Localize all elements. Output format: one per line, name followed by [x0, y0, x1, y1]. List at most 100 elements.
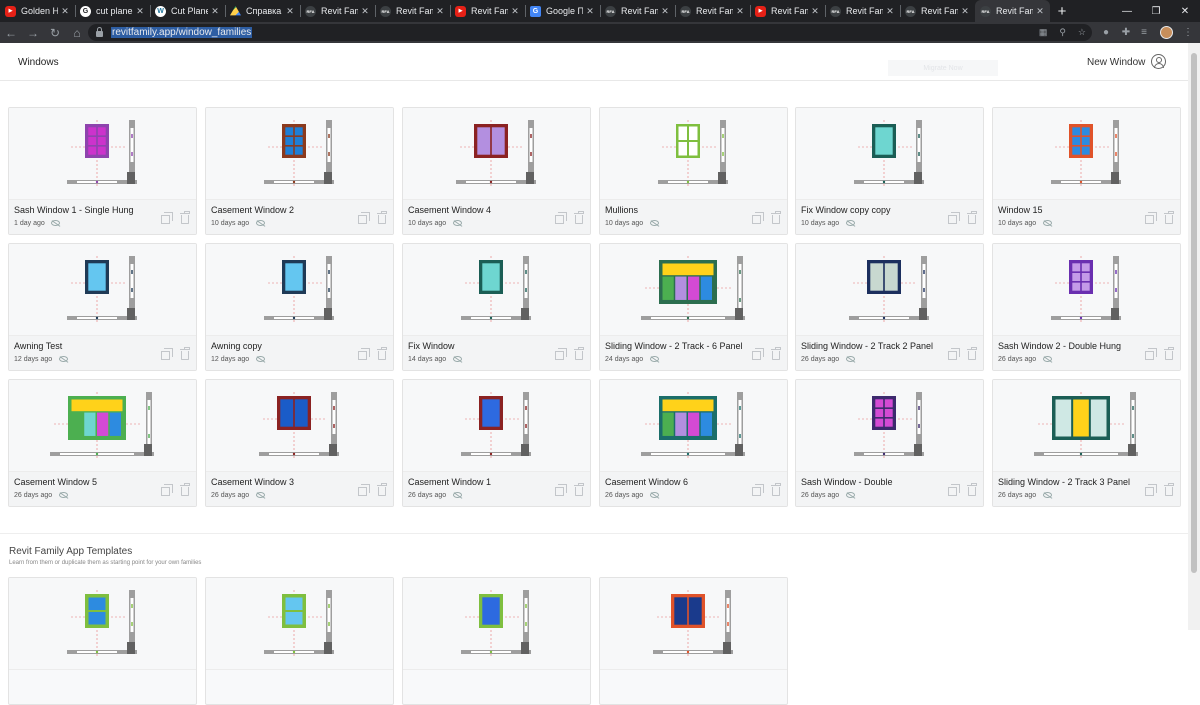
hidden-eye-icon[interactable] [255, 492, 265, 498]
family-title[interactable]: Window 15 [998, 205, 1043, 215]
hidden-eye-icon[interactable] [1042, 492, 1052, 498]
hidden-eye-icon[interactable] [845, 220, 855, 226]
page-scrollbar[interactable] [1188, 43, 1200, 630]
scrollbar-thumb[interactable] [1191, 53, 1197, 573]
family-thumbnail[interactable] [600, 244, 787, 336]
family-title[interactable]: Mullions [605, 205, 638, 215]
delete-trash-icon[interactable] [180, 483, 190, 496]
family-title[interactable]: Sliding Window - 2 Track 2 Panel [801, 341, 933, 351]
user-account-icon[interactable] [1151, 54, 1166, 69]
back-icon[interactable]: ← [0, 22, 22, 43]
hidden-eye-icon[interactable] [649, 492, 659, 498]
family-thumbnail[interactable] [206, 380, 393, 472]
family-thumbnail[interactable] [796, 244, 983, 336]
delete-trash-icon[interactable] [180, 347, 190, 360]
family-card[interactable]: Sliding Window - 2 Track 2 Panel 26 days … [795, 243, 984, 371]
delete-trash-icon[interactable] [771, 483, 781, 496]
new-window-button[interactable]: New Window [1087, 57, 1145, 68]
delete-trash-icon[interactable] [574, 483, 584, 496]
tab-close-icon[interactable]: ✕ [135, 6, 145, 17]
duplicate-icon[interactable] [752, 348, 764, 360]
family-card[interactable]: Casement Window 6 26 days ago [599, 379, 788, 507]
duplicate-icon[interactable] [1145, 484, 1157, 496]
family-title[interactable]: Casement Window 1 [408, 477, 491, 487]
family-card[interactable]: Sash Window - Double 26 days ago [795, 379, 984, 507]
duplicate-icon[interactable] [161, 212, 173, 224]
family-title[interactable]: Awning copy [211, 341, 262, 351]
minimize-icon[interactable]: — [1112, 0, 1142, 22]
duplicate-icon[interactable] [161, 484, 173, 496]
chrome-menu-icon[interactable]: ⋮ [1180, 22, 1196, 43]
delete-trash-icon[interactable] [967, 211, 977, 224]
forward-icon[interactable]: → [22, 22, 44, 43]
hidden-eye-icon[interactable] [255, 220, 265, 226]
tab-close-icon[interactable]: ✕ [60, 6, 70, 17]
family-thumbnail[interactable] [9, 244, 196, 336]
hidden-eye-icon[interactable] [255, 356, 265, 362]
family-title[interactable]: Casement Window 3 [211, 477, 294, 487]
delete-trash-icon[interactable] [180, 211, 190, 224]
maximize-icon[interactable]: ❐ [1141, 0, 1171, 22]
browser-tab[interactable]: ▶ Golden Ho✕ [0, 0, 75, 22]
browser-tab[interactable]: RFA Revit Fam ✕ [975, 0, 1050, 22]
hidden-eye-icon[interactable] [649, 356, 659, 362]
family-card[interactable]: Sash Window 1 - Single Hung 1 day ago [8, 107, 197, 235]
browser-tab[interactable]: Справка | ✕ [225, 0, 300, 22]
duplicate-icon[interactable] [948, 212, 960, 224]
browser-tab[interactable]: RFA Revit Fam ✕ [675, 0, 750, 22]
reload-icon[interactable]: ↻ [44, 22, 66, 43]
bookmark-star-icon[interactable]: ☆ [1078, 27, 1086, 38]
family-card[interactable]: Awning Test 12 days ago [8, 243, 197, 371]
family-thumbnail[interactable] [9, 108, 196, 200]
duplicate-icon[interactable] [358, 212, 370, 224]
hidden-eye-icon[interactable] [51, 220, 61, 226]
tab-close-icon[interactable]: ✕ [435, 6, 445, 17]
family-thumbnail[interactable] [9, 380, 196, 472]
extension-circle-icon[interactable]: ● [1098, 22, 1114, 43]
family-title[interactable]: Awning Test [14, 341, 62, 351]
delete-trash-icon[interactable] [377, 347, 387, 360]
browser-tab[interactable]: RFA Revit Fam ✕ [600, 0, 675, 22]
hidden-eye-icon[interactable] [845, 356, 855, 362]
family-thumbnail[interactable] [993, 380, 1180, 472]
family-title[interactable]: Sash Window - Double [801, 477, 893, 487]
qr-code-icon[interactable]: ▦ [1039, 27, 1048, 38]
hidden-eye-icon[interactable] [452, 356, 462, 362]
tab-close-icon[interactable]: ✕ [210, 6, 220, 17]
tab-close-icon[interactable]: ✕ [660, 6, 670, 17]
family-thumbnail[interactable] [206, 578, 393, 670]
family-thumbnail[interactable] [403, 578, 590, 670]
browser-tab[interactable]: RFA Revit Fam ✕ [825, 0, 900, 22]
family-title[interactable]: Sliding Window - 2 Track 3 Panel [998, 477, 1130, 487]
delete-trash-icon[interactable] [771, 347, 781, 360]
family-title[interactable]: Casement Window 6 [605, 477, 688, 487]
family-thumbnail[interactable] [206, 244, 393, 336]
family-thumbnail[interactable] [600, 108, 787, 200]
browser-tab[interactable]: RFA Revit Fami✕ [300, 0, 375, 22]
tab-close-icon[interactable]: ✕ [360, 6, 370, 17]
tab-close-icon[interactable]: ✕ [960, 6, 970, 17]
family-title[interactable]: Sash Window 2 - Double Hung [998, 341, 1121, 351]
tab-close-icon[interactable]: ✕ [735, 6, 745, 17]
family-card[interactable]: Sliding Window - 2 Track - 6 Panel 24 day… [599, 243, 788, 371]
family-card[interactable] [205, 577, 394, 705]
hidden-eye-icon[interactable] [845, 492, 855, 498]
family-card[interactable]: Casement Window 2 10 days ago [205, 107, 394, 235]
family-card[interactable] [402, 577, 591, 705]
browser-tab[interactable]: ▶ Revit Fam ✕ [750, 0, 825, 22]
duplicate-icon[interactable] [1145, 348, 1157, 360]
family-title[interactable]: Fix Window copy copy [801, 205, 891, 215]
profile-avatar[interactable] [1158, 22, 1174, 43]
family-thumbnail[interactable] [206, 108, 393, 200]
family-card[interactable]: Sash Window 2 - Double Hung 26 days ago [992, 243, 1181, 371]
family-card[interactable]: Fix Window copy copy 10 days ago [795, 107, 984, 235]
home-icon[interactable]: ⌂ [66, 22, 88, 43]
url-text[interactable]: revitfamily.app/window_families [111, 27, 253, 38]
family-thumbnail[interactable] [9, 578, 196, 670]
family-thumbnail[interactable] [403, 108, 590, 200]
family-thumbnail[interactable] [796, 108, 983, 200]
tab-close-icon[interactable]: ✕ [885, 6, 895, 17]
faded-header-button[interactable]: Migrate Now [888, 60, 998, 76]
family-thumbnail[interactable] [993, 244, 1180, 336]
family-title[interactable]: Sliding Window - 2 Track - 6 Panel [605, 341, 743, 351]
